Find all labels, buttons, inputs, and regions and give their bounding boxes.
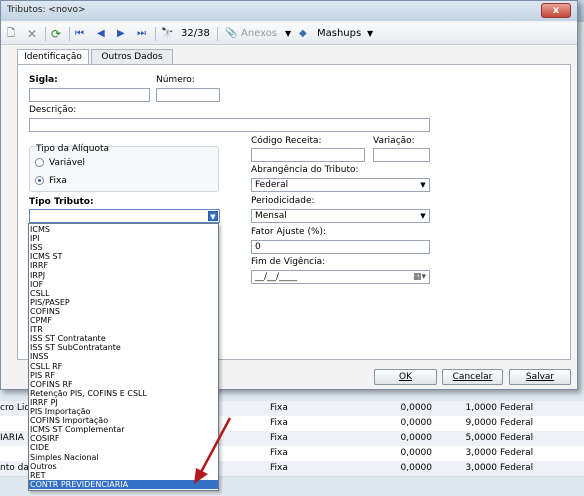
annotation-arrow	[194, 417, 232, 484]
